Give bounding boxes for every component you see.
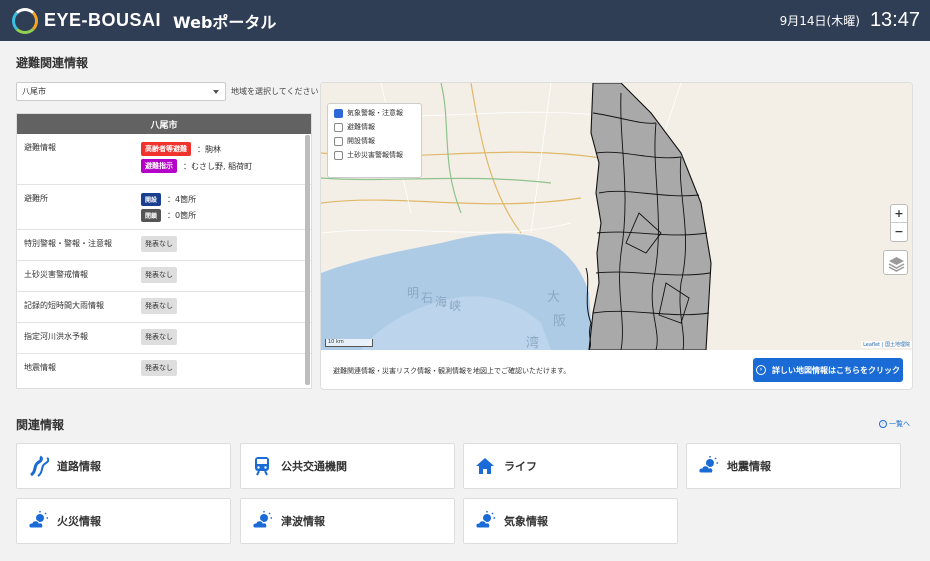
map-footer: 避難関連情報・災害リスク情報・観測情報を地図上でご確認いただけます。 › 詳しい… — [321, 350, 912, 389]
region-select-hint: 地域を選択してください — [231, 87, 319, 96]
row-landslide: 土砂災害警戒情報 発表なし — [17, 261, 311, 292]
portal-title: Webポータル — [173, 12, 277, 32]
datetime: 9月14日(木曜) 13:47 — [780, 0, 920, 41]
map-scale: 10 km — [325, 339, 373, 347]
region-select-value: 八尾市 — [22, 87, 46, 96]
status-badge: 発表なし — [141, 360, 177, 376]
row-label: 土砂災害警戒情報 — [24, 270, 88, 279]
layer-landslide[interactable]: 土砂災害警報情報 — [334, 150, 415, 160]
row-evac-info: 避難情報 高齢者等避難 ：駒林 避難指示 ：むさし野, 稲荷町 — [17, 134, 311, 185]
label-bay3: 海 — [435, 294, 447, 309]
label-bay1: 明 — [407, 286, 419, 300]
map-view[interactable]: 明 石 海 峡 大 阪 湾 気象警報・注意報 避難情報 開設情報 土砂災害警報情… — [321, 83, 912, 350]
region-select[interactable]: 八尾市 — [16, 82, 226, 101]
train-icon — [251, 455, 273, 477]
elderly-evac-areas: ：駒林 — [197, 144, 221, 154]
chevron-right-circle-icon: › — [756, 365, 766, 375]
checkbox-checked-icon[interactable] — [334, 108, 343, 118]
chevron-down-icon — [213, 90, 219, 94]
weather-icon — [474, 510, 496, 532]
map-zoom-control: + − — [890, 204, 908, 242]
panel-scrollbar[interactable] — [305, 135, 310, 385]
layers-button[interactable] — [883, 250, 908, 275]
checkbox-icon[interactable] — [334, 150, 343, 160]
evac-order-badge: 避難指示 — [141, 159, 177, 173]
logo-text: EYE-BOUSAI — [44, 10, 162, 30]
zoom-in-button[interactable]: + — [891, 205, 907, 223]
related-road[interactable]: 道路情報 — [16, 443, 231, 489]
region-info-panel: 八尾市 避難情報 高齢者等避難 ：駒林 避難指示 ：むさし野, 稲荷町 避難所 … — [16, 113, 312, 389]
zoom-out-button[interactable]: − — [891, 223, 907, 240]
map-note: 避難関連情報・災害リスク情報・観測情報を地図上でご確認いただけます。 — [333, 366, 571, 375]
shelter-open-badge: 開設 — [141, 193, 162, 206]
road-icon — [27, 455, 49, 477]
weather-icon — [251, 510, 273, 532]
map-layer-legend: 気象警報・注意報 避難情報 開設情報 土砂災害警報情報 — [327, 103, 422, 178]
shelter-open-count: ：4箇所 — [167, 195, 197, 204]
chevron-right-circle-icon: › — [879, 420, 887, 428]
section-title-related: 関連情報 — [16, 418, 65, 432]
related-tsunami[interactable]: 津波情報 — [240, 498, 455, 544]
row-heavy-rain: 記録的短時間大雨情報 発表なし — [17, 292, 311, 323]
related-transit[interactable]: 公共交通機関 — [240, 443, 455, 489]
label-osaka3: 湾 — [526, 335, 539, 350]
row-river-flood: 指定河川洪水予報 発表なし — [17, 323, 311, 354]
shelter-closed-count: ：0箇所 — [167, 211, 197, 220]
related-weather[interactable]: 気象情報 — [463, 498, 678, 544]
label-bay2: 石 — [421, 291, 433, 305]
elderly-evac-badge: 高齢者等避難 — [141, 142, 191, 156]
home-icon — [474, 455, 496, 477]
section-title-evac: 避難関連情報 — [16, 56, 89, 70]
label-bay4: 峡 — [449, 299, 461, 313]
weather-icon — [27, 510, 49, 532]
status-badge: 発表なし — [141, 329, 177, 345]
current-time: 13:47 — [869, 9, 920, 31]
related-earthquake[interactable]: 地震情報 — [686, 443, 901, 489]
row-shelters: 避難所 開設 ：4箇所 閉鎖 ：0箇所 — [17, 185, 311, 230]
layer-open-info[interactable]: 開設情報 — [334, 136, 415, 146]
view-all-link[interactable]: › 一覧へ — [879, 419, 910, 429]
row-label: 避難情報 — [24, 143, 56, 152]
layers-icon — [888, 257, 905, 272]
checkbox-icon[interactable] — [334, 122, 343, 132]
logo-mark-icon — [12, 7, 38, 34]
weather-icon — [697, 455, 719, 477]
current-date: 9月14日(木曜) — [779, 14, 860, 28]
layer-evac-info[interactable]: 避難情報 — [334, 122, 415, 132]
row-label: 避難所 — [24, 194, 48, 203]
status-badge: 発表なし — [141, 298, 177, 314]
status-badge: 発表なし — [141, 267, 177, 283]
row-label: 地震情報 — [24, 363, 56, 372]
row-label: 特別警報・警報・注意報 — [24, 239, 112, 248]
related-fire[interactable]: 火災情報 — [16, 498, 231, 544]
logo[interactable]: EYE-BOUSAI — [12, 7, 162, 34]
detail-map-button[interactable]: › 詳しい地図情報はこちらをクリック — [753, 358, 903, 382]
row-label: 指定河川洪水予報 — [24, 332, 88, 341]
related-lifeline[interactable]: ライフ — [463, 443, 678, 489]
panel-title: 八尾市 — [17, 114, 311, 134]
shelter-closed-badge: 閉鎖 — [141, 209, 162, 222]
label-osaka1: 大 — [547, 290, 560, 305]
row-earthquake: 地震情報 発表なし — [17, 354, 311, 385]
map-attribution[interactable]: Leaflet | 国土地理院 — [861, 341, 912, 348]
row-label: 記録的短時間大雨情報 — [24, 301, 104, 310]
row-warnings: 特別警報・警報・注意報 発表なし — [17, 230, 311, 261]
evac-order-areas: ：むさし野, 稲荷町 — [183, 161, 253, 171]
layer-weather-warnings[interactable]: 気象警報・注意報 — [334, 108, 415, 118]
label-osaka2: 阪 — [553, 314, 566, 329]
status-badge: 発表なし — [141, 236, 177, 252]
checkbox-icon[interactable] — [334, 136, 343, 146]
app-header: EYE-BOUSAI Webポータル 9月14日(木曜) 13:47 — [0, 0, 930, 41]
map-card: 明 石 海 峡 大 阪 湾 気象警報・注意報 避難情報 開設情報 土砂災害警報情… — [320, 82, 913, 390]
